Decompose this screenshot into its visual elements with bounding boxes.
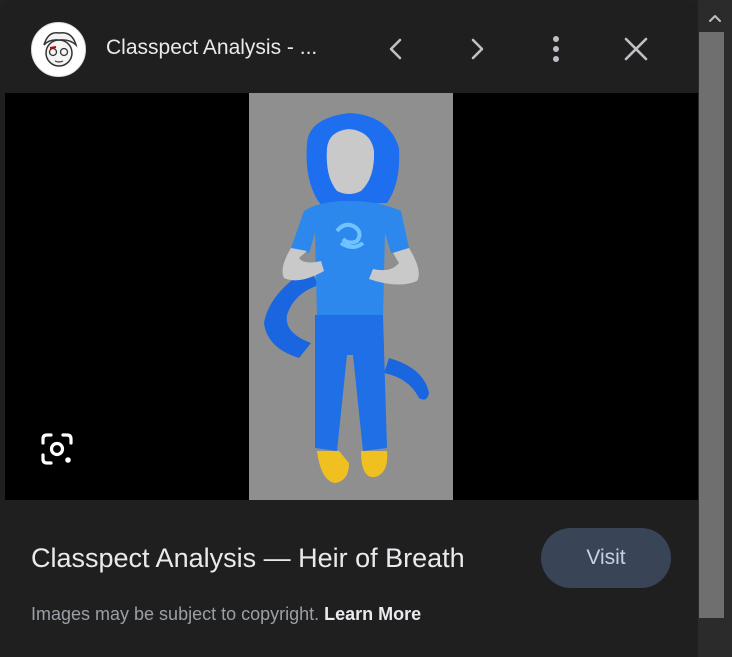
scroll-up-button[interactable] (698, 8, 732, 28)
copyright-notice: Images may be subject to copyright. Lear… (31, 604, 421, 625)
image-viewer[interactable] (5, 93, 698, 500)
close-button[interactable] (614, 27, 658, 71)
image-caption[interactable]: Classpect Analysis — Heir of Breath (31, 543, 465, 574)
avatar-image (43, 32, 78, 67)
lens-icon (41, 433, 73, 465)
scrollbar[interactable] (698, 0, 732, 657)
chevron-up-icon (709, 15, 721, 22)
preview-header: Classpect Analysis - ... (0, 0, 698, 93)
visit-button[interactable]: Visit (541, 528, 671, 588)
more-options-button[interactable] (534, 27, 578, 71)
more-vert-icon (553, 36, 559, 62)
preview-image[interactable] (249, 93, 453, 500)
learn-more-link[interactable]: Learn More (324, 604, 421, 624)
chevron-left-icon (389, 38, 402, 60)
copyright-text: Images may be subject to copyright. (31, 604, 325, 624)
previous-button[interactable] (374, 27, 418, 71)
site-avatar[interactable] (31, 22, 86, 77)
image-preview-panel: Classpect Analysis - ... Classpect Analy… (0, 0, 698, 657)
close-icon (624, 37, 648, 61)
lens-search-button[interactable] (39, 431, 75, 467)
character-illustration (264, 113, 429, 483)
page-title: Classpect Analysis - ... (106, 36, 318, 59)
chevron-right-icon (471, 38, 484, 60)
scroll-thumb[interactable] (699, 32, 724, 618)
next-button[interactable] (455, 27, 499, 71)
